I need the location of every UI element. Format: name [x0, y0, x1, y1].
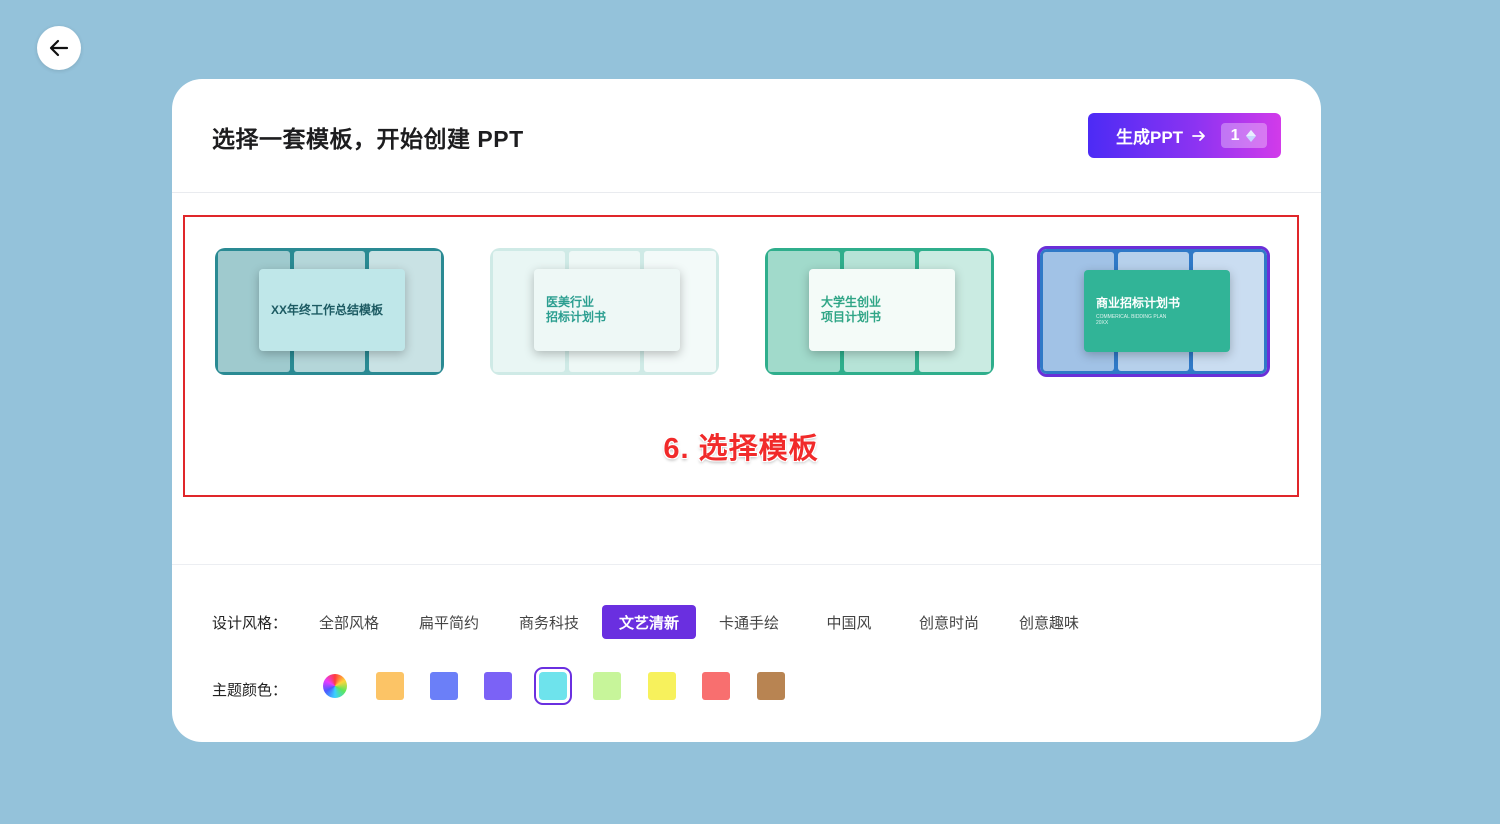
style-tab[interactable]: 全部风格: [299, 605, 399, 639]
template-thumbnail[interactable]: 医美行业 招标计划书: [490, 248, 719, 375]
template-cover-slide: 商业招标计划书 COMMERICAL BIDDING PLAN 20XX: [1084, 270, 1230, 352]
color-swatch[interactable]: [376, 672, 404, 700]
style-tab[interactable]: 扁平简约: [399, 605, 499, 639]
color-swatch[interactable]: [484, 672, 512, 700]
back-button[interactable]: [37, 26, 81, 70]
template-thumbnail[interactable]: 大学生创业 项目计划书: [765, 248, 994, 375]
color-swatch[interactable]: [534, 667, 572, 705]
template-thumbnail[interactable]: XX年终工作总结模板: [215, 248, 444, 375]
page-title: 选择一套模板，开始创建 PPT: [212, 126, 524, 152]
template-cover-slide: 医美行业 招标计划书: [534, 269, 680, 351]
generate-label: 生成PPT: [1116, 128, 1184, 147]
divider: [172, 564, 1321, 565]
color-swatch[interactable]: [593, 672, 621, 700]
template-title: 商业招标计划书: [1096, 296, 1181, 310]
style-tab[interactable]: 创意趣味: [999, 605, 1099, 639]
style-tab[interactable]: 文艺清新: [602, 605, 696, 639]
template-panel: 选择一套模板，开始创建 PPT 生成PPT 1 XX年终工作总结模板 医美行业 招…: [172, 79, 1321, 742]
style-tab[interactable]: 创意时尚: [899, 605, 999, 639]
panel-header: 选择一套模板，开始创建 PPT 生成PPT 1: [172, 79, 1321, 193]
style-tab[interactable]: 商务科技: [499, 605, 599, 639]
color-swatch[interactable]: [648, 672, 676, 700]
style-tab[interactable]: 中国风: [799, 605, 899, 639]
generate-ppt-button[interactable]: 生成PPT 1: [1088, 113, 1281, 158]
annotation-text: 6. 选择模板: [663, 433, 819, 465]
color-swatch[interactable]: [430, 672, 458, 700]
template-title: 大学生创业 项目计划书: [821, 295, 882, 324]
color-swatch[interactable]: [757, 672, 785, 700]
color-filter-label: 主题颜色：: [212, 682, 288, 699]
template-thumbnail[interactable]: 商业招标计划书 COMMERICAL BIDDING PLAN 20XX: [1037, 246, 1270, 377]
arrow-left-icon: [49, 39, 69, 57]
template-cover-slide: 大学生创业 项目计划书: [809, 269, 955, 351]
template-cover-slide: XX年终工作总结模板: [259, 269, 405, 351]
template-title: XX年终工作总结模板: [271, 302, 384, 317]
gem-icon: [1245, 129, 1256, 142]
template-subtitle: COMMERICAL BIDDING PLAN 20XX: [1096, 314, 1167, 326]
all-colors-swatch[interactable]: [323, 674, 347, 698]
arrow-right-icon: [1191, 128, 1207, 144]
style-tab[interactable]: 卡通手绘: [699, 605, 799, 639]
color-swatch[interactable]: [702, 672, 730, 700]
template-title: 医美行业 招标计划书: [546, 295, 607, 324]
style-filter-label: 设计风格：: [212, 615, 288, 632]
credit-count: 1: [1221, 123, 1268, 148]
credit-count-value: 1: [1230, 126, 1240, 144]
annotation-box: XX年终工作总结模板 医美行业 招标计划书 大学生创业 项目计划书 商业招标计划书 CO…: [183, 215, 1299, 497]
